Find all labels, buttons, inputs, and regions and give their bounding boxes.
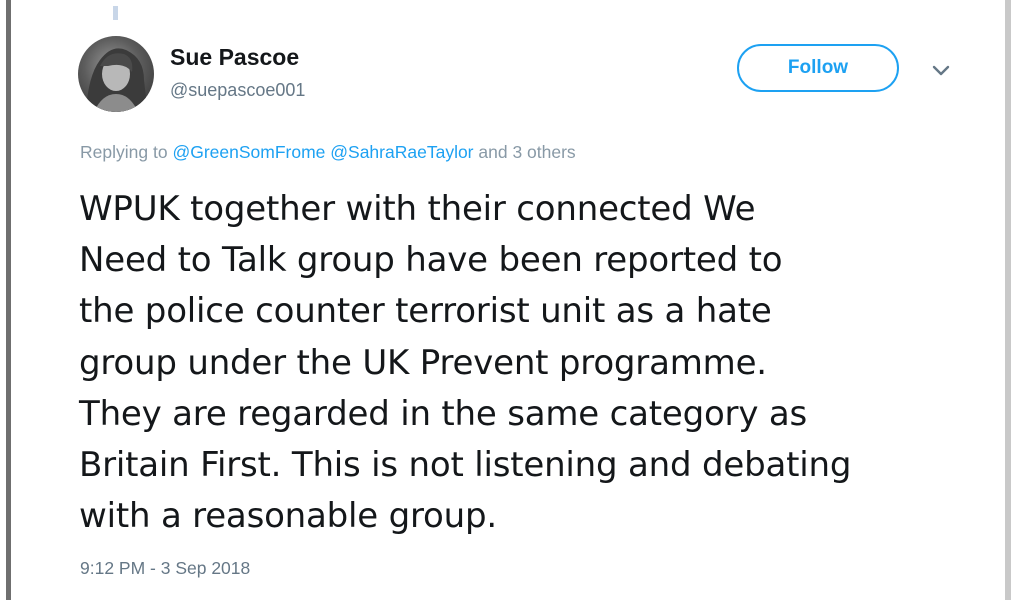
tweet-text: WPUK together with their connected We Ne… — [79, 184, 989, 542]
tweet-text-line: Need to Talk group have been reported to — [79, 240, 783, 281]
tweet-text-line: Britain First. This is not listening and… — [79, 445, 852, 486]
avatar[interactable] — [78, 36, 154, 112]
replying-to-label: Replying to — [80, 142, 168, 162]
tweet-text-line: the police counter terrorist unit as a h… — [79, 291, 772, 332]
chevron-down-icon[interactable] — [928, 60, 954, 82]
tweet-text-line: with a reasonable group. — [79, 496, 497, 537]
right-border — [1005, 0, 1011, 600]
follow-button[interactable]: Follow — [737, 44, 899, 92]
tweet-timestamp[interactable]: 9:12 PM - 3 Sep 2018 — [80, 558, 250, 579]
thread-connector — [113, 6, 118, 20]
others-label[interactable]: and 3 others — [478, 142, 575, 162]
mention-link[interactable]: @GreenSomFrome — [172, 142, 325, 162]
tweet-text-line: group under the UK Prevent programme. — [79, 342, 767, 383]
tweet-text-line: WPUK together with their connected We — [79, 189, 756, 229]
left-border — [6, 0, 11, 600]
author-handle[interactable]: @suepascoe001 — [170, 80, 305, 101]
tweet-text-line: They are regarded in the same category a… — [79, 393, 808, 434]
avatar-image — [86, 48, 148, 112]
replying-to: Replying to @GreenSomFrome @SahraRaeTayl… — [80, 142, 576, 163]
author-name[interactable]: Sue Pascoe — [170, 44, 299, 71]
mention-link[interactable]: @SahraRaeTaylor — [330, 142, 473, 162]
tweet-card: Sue Pascoe @suepascoe001 Follow Replying… — [0, 0, 1018, 600]
